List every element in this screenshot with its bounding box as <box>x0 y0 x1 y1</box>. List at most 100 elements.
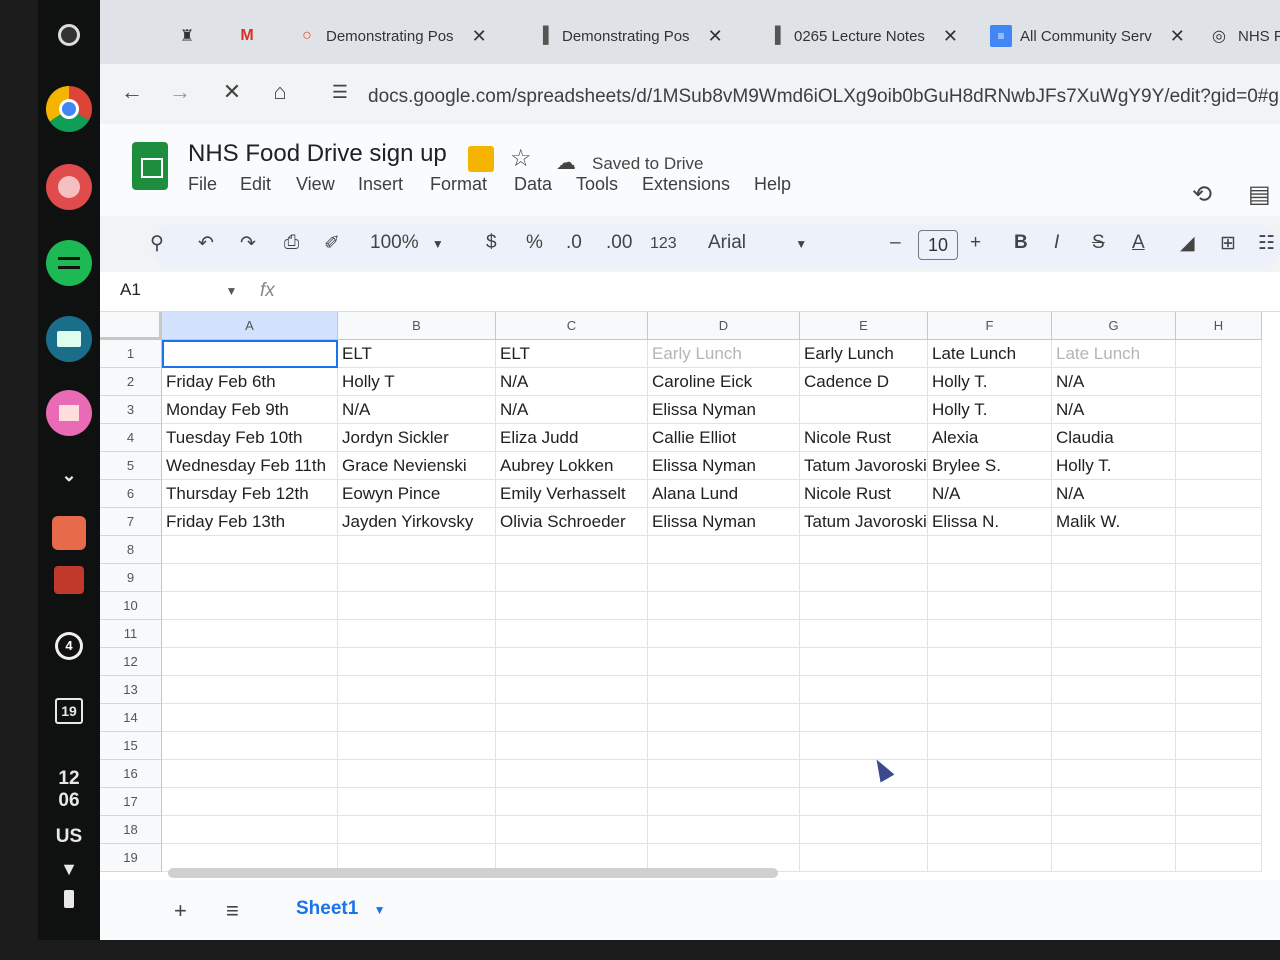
cell-e7[interactable]: Tatum Javoroski <box>800 508 928 536</box>
row-header-8[interactable]: 8 <box>100 536 162 564</box>
cell-e16[interactable] <box>800 760 928 788</box>
cell-d14[interactable] <box>648 704 800 732</box>
menu-extensions[interactable]: Extensions <box>642 174 730 195</box>
cell-g10[interactable] <box>1052 592 1176 620</box>
cell-f18[interactable] <box>928 816 1052 844</box>
strikethrough-button[interactable]: S <box>1092 232 1105 254</box>
row-header-3[interactable]: 3 <box>100 396 162 424</box>
cell-f19[interactable] <box>928 844 1052 872</box>
cell-b8[interactable] <box>338 536 496 564</box>
cell-a5[interactable]: Wednesday Feb 11th <box>162 452 338 480</box>
cell-c16[interactable] <box>496 760 648 788</box>
cell-a12[interactable] <box>162 648 338 676</box>
column-header-c[interactable]: C <box>496 312 648 340</box>
cell-d10[interactable] <box>648 592 800 620</box>
cell-g12[interactable] <box>1052 648 1176 676</box>
cell-g6[interactable]: N/A <box>1052 480 1176 508</box>
row-header-17[interactable]: 17 <box>100 788 162 816</box>
cell-e10[interactable] <box>800 592 928 620</box>
slides-shortcut-icon[interactable] <box>468 146 494 172</box>
cell-g4[interactable]: Claudia <box>1052 424 1176 452</box>
cell-b1[interactable]: ELT <box>338 340 496 368</box>
cell-c6[interactable]: Emily Verhasselt <box>496 480 648 508</box>
battery-icon[interactable] <box>38 890 100 914</box>
cell-c7[interactable]: Olivia Schroeder <box>496 508 648 536</box>
cell-a6[interactable]: Thursday Feb 12th <box>162 480 338 508</box>
cell-h16[interactable] <box>1176 760 1262 788</box>
search-menus-icon[interactable]: ⚲ <box>150 232 164 255</box>
cell-f4[interactable]: Alexia <box>928 424 1052 452</box>
stop-loading-icon[interactable]: ✕ <box>214 74 250 110</box>
cell-e14[interactable] <box>800 704 928 732</box>
browser-tab-2[interactable]: ▐ Demonstrating Pos ✕ <box>532 16 722 56</box>
row-header-14[interactable]: 14 <box>100 704 162 732</box>
cell-h19[interactable] <box>1176 844 1262 872</box>
cell-a13[interactable] <box>162 676 338 704</box>
cell-d4[interactable]: Callie Elliot <box>648 424 800 452</box>
undo-icon[interactable]: ↶ <box>198 232 214 255</box>
files-app-icon[interactable] <box>46 390 92 436</box>
cell-c5[interactable]: Aubrey Lokken <box>496 452 648 480</box>
percent-format-button[interactable]: % <box>526 232 543 254</box>
text-color-button[interactable]: A <box>1132 232 1145 254</box>
cell-h7[interactable] <box>1176 508 1262 536</box>
cell-f10[interactable] <box>928 592 1052 620</box>
row-header-19[interactable]: 19 <box>100 844 162 872</box>
cell-a3[interactable]: Monday Feb 9th <box>162 396 338 424</box>
spotify-icon[interactable] <box>46 240 92 286</box>
star-icon[interactable]: ☆ <box>510 144 532 173</box>
cell-d12[interactable] <box>648 648 800 676</box>
cell-h2[interactable] <box>1176 368 1262 396</box>
cell-e5[interactable]: Tatum Javoroski <box>800 452 928 480</box>
cell-d8[interactable] <box>648 536 800 564</box>
row-header-10[interactable]: 10 <box>100 592 162 620</box>
column-header-e[interactable]: E <box>800 312 928 340</box>
menu-file[interactable]: File <box>188 174 217 195</box>
wifi-icon[interactable]: ▼ <box>38 858 100 880</box>
cell-h4[interactable] <box>1176 424 1262 452</box>
cell-c11[interactable] <box>496 620 648 648</box>
input-locale[interactable]: US <box>38 826 100 848</box>
menu-data[interactable]: Data <box>514 174 552 195</box>
cell-b17[interactable] <box>338 788 496 816</box>
url-bar[interactable]: docs.google.com/spreadsheets/d/1MSub8vM9… <box>368 86 1280 108</box>
cell-c12[interactable] <box>496 648 648 676</box>
add-sheet-icon[interactable]: + <box>174 898 187 924</box>
column-header-f[interactable]: F <box>928 312 1052 340</box>
cell-g13[interactable] <box>1052 676 1176 704</box>
browser-tab-1[interactable]: ○ Demonstrating Pos ✕ <box>296 16 487 56</box>
cell-f17[interactable] <box>928 788 1052 816</box>
home-icon[interactable]: ⌂ <box>262 74 298 110</box>
cell-c10[interactable] <box>496 592 648 620</box>
row-header-6[interactable]: 6 <box>100 480 162 508</box>
cell-c1[interactable]: ELT <box>496 340 648 368</box>
cell-b10[interactable] <box>338 592 496 620</box>
all-sheets-icon[interactable]: ≡ <box>226 898 239 924</box>
column-header-b[interactable]: B <box>338 312 496 340</box>
cell-b3[interactable]: N/A <box>338 396 496 424</box>
cell-h18[interactable] <box>1176 816 1262 844</box>
cell-f12[interactable] <box>928 648 1052 676</box>
cell-b16[interactable] <box>338 760 496 788</box>
cell-d1[interactable]: Early Lunch <box>648 340 800 368</box>
cell-c2[interactable]: N/A <box>496 368 648 396</box>
cell-f13[interactable] <box>928 676 1052 704</box>
cell-h11[interactable] <box>1176 620 1262 648</box>
cell-d7[interactable]: Elissa Nyman <box>648 508 800 536</box>
cell-e18[interactable] <box>800 816 928 844</box>
cell-g11[interactable] <box>1052 620 1176 648</box>
cell-b7[interactable]: Jayden Yirkovsky <box>338 508 496 536</box>
column-header-d[interactable]: D <box>648 312 800 340</box>
cell-f5[interactable]: Brylee S. <box>928 452 1052 480</box>
menu-edit[interactable]: Edit <box>240 174 271 195</box>
cell-b9[interactable] <box>338 564 496 592</box>
bold-button[interactable]: B <box>1014 232 1028 254</box>
row-header-1[interactable]: 1 <box>100 340 162 368</box>
cell-d16[interactable] <box>648 760 800 788</box>
cell-g17[interactable] <box>1052 788 1176 816</box>
cell-e17[interactable] <box>800 788 928 816</box>
cell-g15[interactable] <box>1052 732 1176 760</box>
cell-b14[interactable] <box>338 704 496 732</box>
cell-c18[interactable] <box>496 816 648 844</box>
browser-tab-4[interactable]: ≡ All Community Serv ✕ <box>990 16 1185 56</box>
